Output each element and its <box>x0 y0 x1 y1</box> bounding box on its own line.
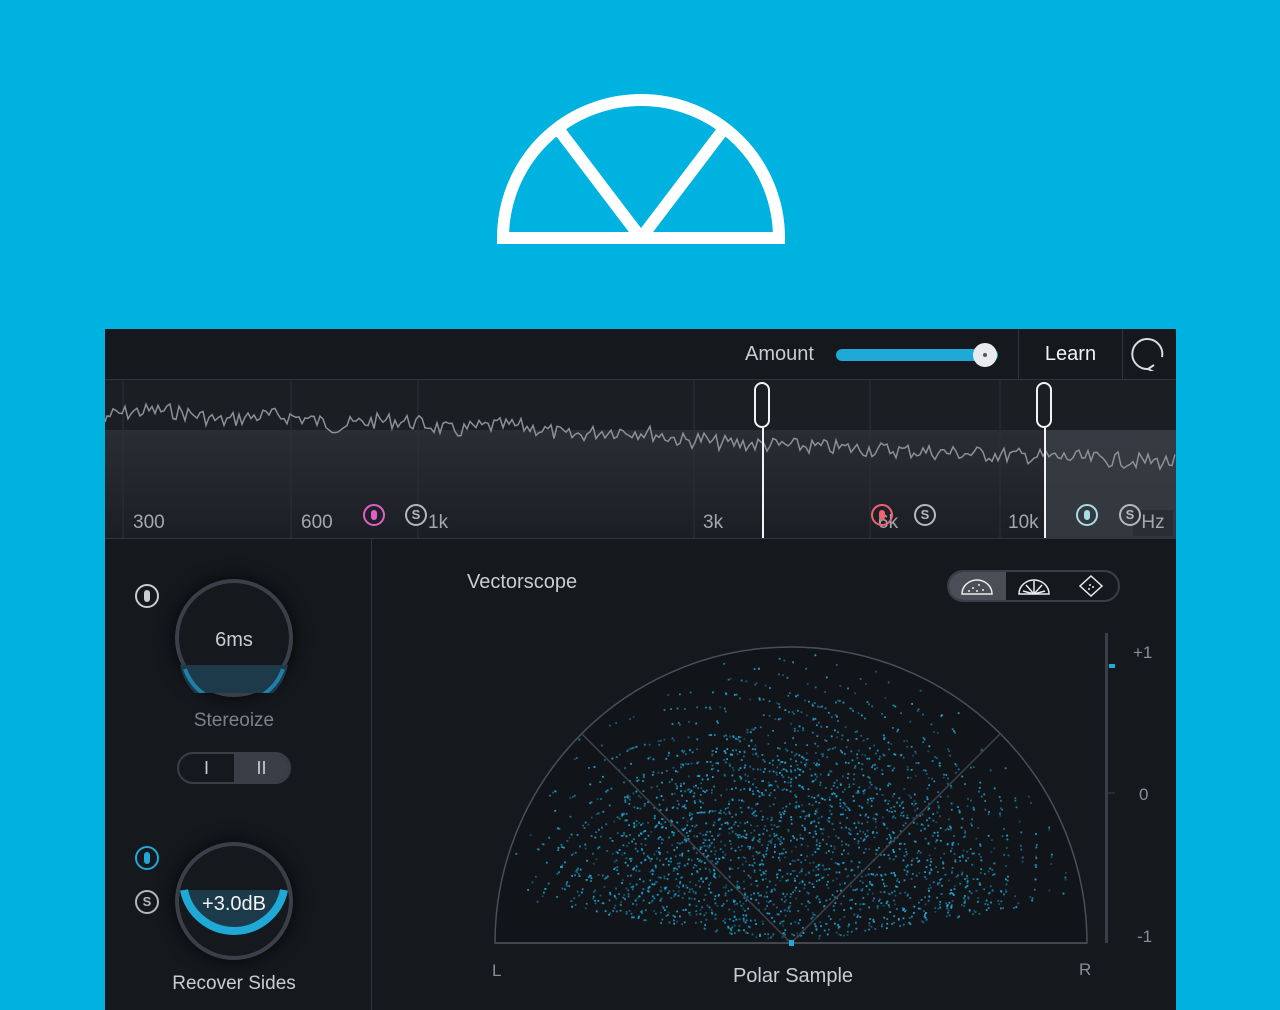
freq-label-300: 300 <box>133 512 165 533</box>
lissajous-mode-button[interactable] <box>1063 572 1118 600</box>
scope-mode-label: Polar Sample <box>732 965 854 987</box>
correlation-marker <box>1109 664 1115 668</box>
polar-sample-mode-button[interactable] <box>949 572 1006 600</box>
freq-label-1k: 1k <box>428 512 449 533</box>
freq-label-10k: 10k <box>1008 512 1039 533</box>
polar-sample-icon <box>961 579 993 595</box>
crossover-handle-1[interactable] <box>754 382 770 428</box>
stereoize-value: 6ms <box>215 629 253 651</box>
mode-option-ii[interactable]: II <box>234 754 289 782</box>
band-4-solo-button[interactable]: S <box>1119 504 1141 526</box>
stereoize-knob[interactable]: 6ms <box>175 579 293 697</box>
amount-label: Amount <box>745 343 814 365</box>
correlation-meter <box>1105 633 1108 943</box>
band-spectrum[interactable]: 300 600 1k 3k 6k 10k Hz S S S <box>105 380 1176 539</box>
right-channel-label: R <box>1079 960 1092 979</box>
amount-slider-knob[interactable] <box>973 343 998 367</box>
mode-option-i[interactable]: I <box>179 754 234 782</box>
polar-level-icon <box>1018 579 1050 595</box>
recover-sides-value: +3.0dB <box>202 893 266 915</box>
recover-sides-bypass-button[interactable] <box>135 846 159 870</box>
imager-logo-icon <box>496 94 786 244</box>
stereoize-bypass-button[interactable] <box>135 584 159 608</box>
bypass-icon <box>1084 510 1090 520</box>
bypass-icon <box>879 510 885 520</box>
band-4-bypass-button[interactable] <box>1076 504 1098 526</box>
rotate-reset-icon[interactable] <box>1131 337 1165 371</box>
learn-button[interactable]: Learn <box>1018 329 1123 379</box>
vectorscope-mode-selector[interactable] <box>947 570 1120 602</box>
crossover-line-1 <box>762 428 764 538</box>
left-channel-label: L <box>492 961 502 980</box>
recover-sides-solo-button[interactable]: S <box>135 890 159 914</box>
top-bar: Amount Learn <box>105 329 1176 380</box>
stereoize-label: Stereoize <box>193 710 275 731</box>
lissajous-icon <box>1078 574 1104 598</box>
bypass-icon <box>144 590 150 602</box>
band-1-bypass-button[interactable] <box>363 504 385 526</box>
polar-level-mode-button[interactable] <box>1006 572 1063 600</box>
vectorscope-display <box>494 633 1115 946</box>
meter-label-minus-one: -1 <box>1137 927 1153 946</box>
band-1-solo-button[interactable]: S <box>405 504 427 526</box>
crossover-line-2 <box>1044 428 1046 538</box>
freq-label-600: 600 <box>301 512 333 533</box>
bypass-icon <box>144 852 150 864</box>
meter-label-plus-one: +1 <box>1133 643 1153 662</box>
recover-sides-label: Recover Sides <box>172 973 296 994</box>
band-controls-panel: 6ms Stereoize I II S +3.0dB Recover Side… <box>105 539 372 1010</box>
meter-label-zero: 0 <box>1139 785 1149 804</box>
stereoize-mode-toggle[interactable]: I II <box>177 752 291 784</box>
band-3-solo-button[interactable]: S <box>914 504 936 526</box>
freq-label-3k: 3k <box>703 512 724 533</box>
crossover-handle-2[interactable] <box>1036 382 1052 428</box>
band-3-bypass-button[interactable] <box>871 504 893 526</box>
balance-marker <box>789 940 794 946</box>
bypass-icon <box>371 510 377 520</box>
imager-plugin-window: Amount Learn 300 600 1k 3k 6k 10k Hz S S… <box>105 329 1176 1010</box>
vectorscope-title: Vectorscope <box>467 571 578 593</box>
recover-sides-knob[interactable]: +3.0dB <box>175 842 293 960</box>
